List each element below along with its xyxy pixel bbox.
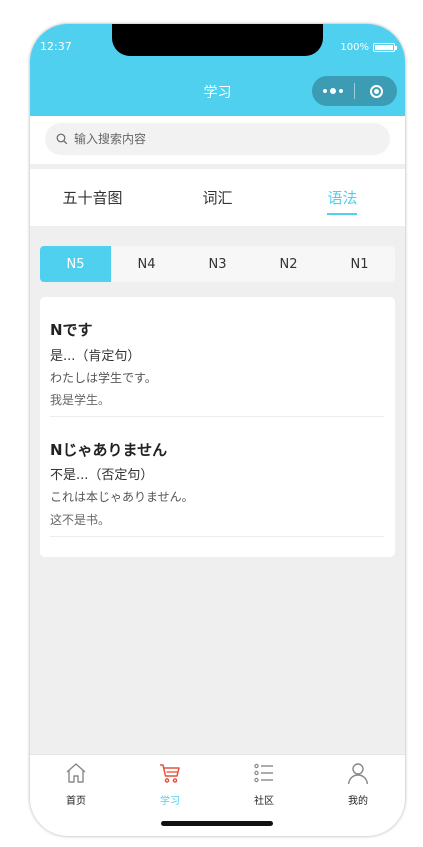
grammar-item[interactable]: Nです 是...（肯定句） わたしは学生です。 我是学生。 [50, 297, 384, 417]
category-tabs: 五十音图 词汇 语法 [30, 169, 405, 226]
close-icon[interactable] [355, 76, 397, 106]
battery-percent: 100% [340, 42, 369, 53]
header: 12:37 100% 学习 [30, 24, 405, 116]
status-time: 12:37 [40, 40, 72, 53]
more-icon[interactable] [312, 76, 354, 106]
battery-icon [373, 43, 397, 52]
tab-bar: 首页 学习 社区 我的 [30, 754, 405, 836]
home-icon [64, 761, 88, 789]
search-area [30, 116, 405, 164]
search-box[interactable] [45, 123, 390, 155]
home-indicator [161, 821, 273, 826]
grammar-meaning: 是...（肯定句） [50, 349, 141, 364]
cart-icon [158, 761, 182, 789]
grammar-example: これは本じゃありません。 [50, 490, 194, 504]
capsule-menu [312, 76, 397, 106]
level-n2[interactable]: N2 [253, 246, 324, 282]
tab-active-indicator [327, 213, 357, 215]
grammar-title: Nじゃありません [50, 441, 168, 459]
grammar-card: Nです 是...（肯定句） わたしは学生です。 我是学生。 Nじゃありません 不… [40, 297, 395, 557]
tabbar-label: 我的 [348, 796, 368, 807]
tab-vocabulary[interactable]: 词汇 [155, 169, 280, 226]
tabbar-item-me[interactable]: 我的 [328, 761, 388, 807]
search-input[interactable] [74, 132, 354, 146]
tab-kana[interactable]: 五十音图 [30, 169, 155, 226]
level-selector: N5 N4 N3 N2 N1 [40, 246, 395, 282]
level-n4[interactable]: N4 [111, 246, 182, 282]
grammar-item[interactable]: Nじゃありません 不是...（否定句） これは本じゃありません。 这不是书。 [50, 417, 384, 537]
level-n3[interactable]: N3 [182, 246, 253, 282]
grammar-meaning: 不是...（否定句） [50, 468, 154, 483]
tabbar-label: 社区 [254, 796, 274, 807]
grammar-translation: 我是学生。 [50, 393, 111, 407]
notch [112, 24, 323, 56]
level-n5[interactable]: N5 [40, 246, 111, 282]
level-n1[interactable]: N1 [324, 246, 395, 282]
grammar-title: Nです [50, 321, 93, 339]
grammar-example: わたしは学生です。 [50, 371, 157, 385]
status-battery: 100% [340, 42, 397, 53]
divider [50, 536, 384, 537]
phone-frame: 12:37 100% 学习 输入搜索内容 五十音图 词汇 语法 N5 N4 N3… [30, 24, 405, 836]
tabbar-item-study[interactable]: 学习 [140, 761, 200, 807]
tabbar-item-community[interactable]: 社区 [234, 761, 294, 807]
search-icon [56, 133, 68, 145]
tab-grammar[interactable]: 语法 [280, 169, 405, 226]
tabbar-item-home[interactable]: 首页 [46, 761, 106, 807]
tabbar-label: 学习 [160, 796, 180, 807]
list-icon [252, 761, 276, 789]
user-icon [346, 761, 370, 789]
grammar-translation: 这不是书。 [50, 513, 111, 527]
tabbar-label: 首页 [66, 796, 86, 807]
